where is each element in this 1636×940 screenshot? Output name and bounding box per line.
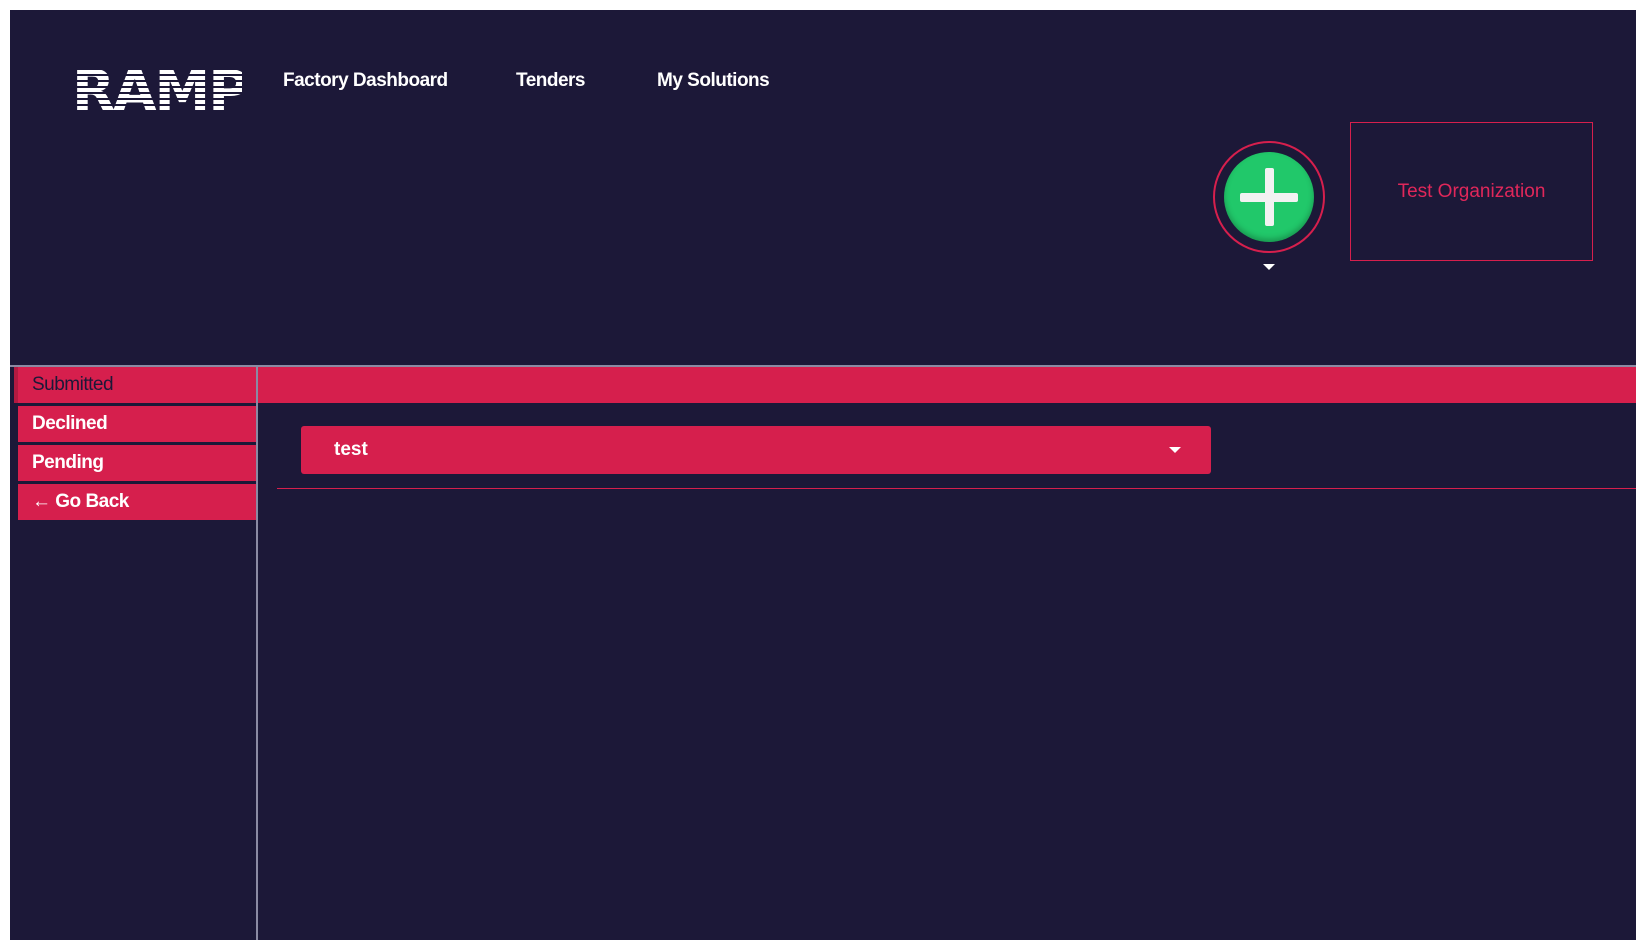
content-divider [277,488,1636,489]
sidebar-item-go-back[interactable]: ← Go Back [14,484,256,520]
sidebar-item-pending[interactable]: Pending [14,445,256,481]
organization-name: Test Organization [1397,180,1546,202]
add-button[interactable] [1213,141,1325,253]
organization-box[interactable]: Test Organization [1350,122,1593,261]
solution-select[interactable]: test [301,426,1211,474]
ramp-logo[interactable]: RAMP [72,58,242,118]
select-value: test [334,439,368,460]
sidebar-divider [256,367,258,940]
sidebar-item-declined[interactable]: Declined [14,406,256,442]
sidebar-item-submitted[interactable]: Submitted [14,367,256,403]
nav-my-solutions[interactable]: My Solutions [657,70,770,92]
chevron-down-icon[interactable] [1263,264,1275,270]
sidebar-item-label: Pending [32,452,104,473]
nav-factory-dashboard[interactable]: Factory Dashboard [283,70,448,92]
nav-tenders[interactable]: Tenders [516,70,586,92]
sidebar-item-label: Submitted [32,374,114,395]
content-header-bar [258,367,1636,403]
chevron-down-icon [1169,447,1181,453]
app-window: RAMP Factory Dashboard Tenders My Soluti… [10,10,1636,940]
sidebar-item-label: Declined [32,413,108,434]
svg-text:RAMP: RAMP [72,59,242,118]
plus-icon [1224,152,1314,242]
sidebar-item-label: ← Go Back [32,491,129,512]
